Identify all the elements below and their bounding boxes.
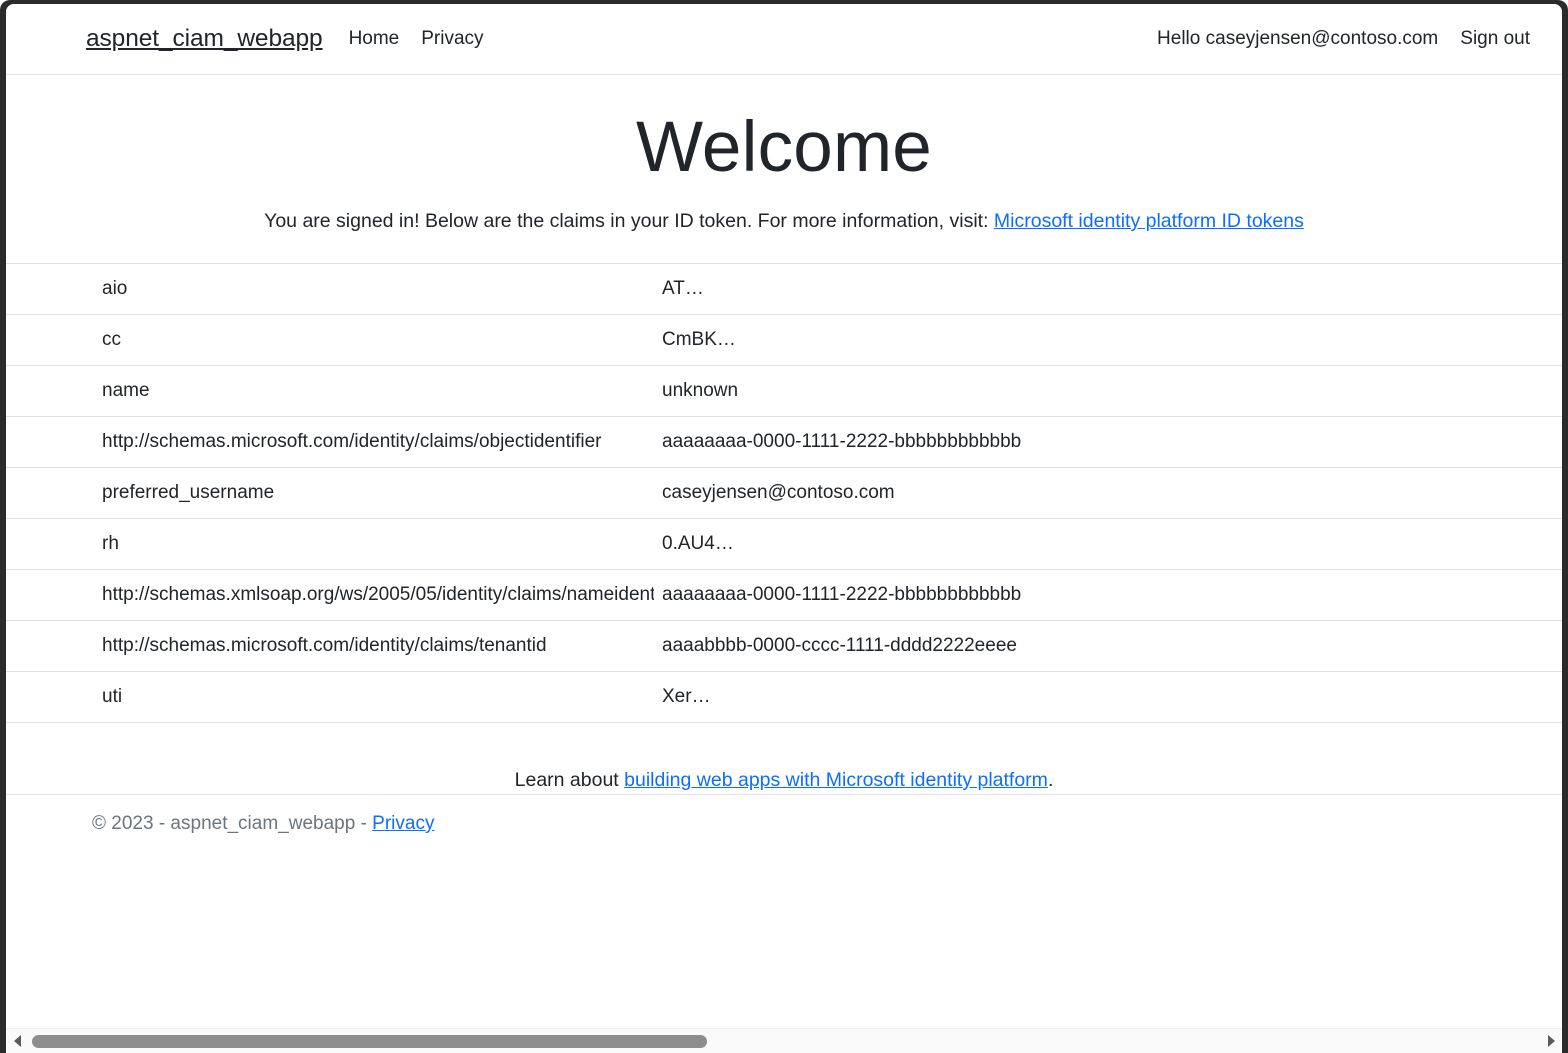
table-row: http://schemas.microsoft.com/identity/cl…: [6, 417, 1562, 468]
claim-type-cell: aio: [6, 264, 654, 315]
horizontal-scrollbar[interactable]: [6, 1028, 1562, 1053]
table-row: name unknown: [6, 366, 1562, 417]
learn-about-text: Learn about: [515, 769, 625, 791]
learn-about-paragraph: Learn about building web apps with Micro…: [6, 723, 1562, 792]
claim-type-cell: uti: [6, 672, 654, 723]
claim-value-cell: aaaabbbb-0000-cccc-1111-dddd2222eeee: [654, 621, 1444, 672]
claims-table: aio AT cc CmBK name unknow: [6, 263, 1562, 723]
claim-value-cell: caseyjensen@contoso.com: [654, 468, 1444, 519]
footer-privacy-link[interactable]: Privacy: [372, 813, 434, 834]
scroll-left-arrow-icon[interactable]: [6, 1029, 28, 1053]
table-row: uti Xer: [6, 672, 1562, 723]
claim-extra-cell: [1444, 315, 1562, 366]
nav-link-privacy[interactable]: Privacy: [421, 28, 483, 50]
learn-about-period: .: [1048, 769, 1053, 791]
claim-type-cell: cc: [6, 315, 654, 366]
claim-type-cell: name: [6, 366, 654, 417]
claim-extra-cell: [1444, 672, 1562, 723]
scroll-right-arrow-icon[interactable]: [1540, 1029, 1562, 1053]
content-scroll-area: Welcome You are signed in! Below are the…: [6, 75, 1562, 792]
claim-value-cell: CmBK: [654, 315, 1444, 366]
claim-value-cell: AT: [654, 264, 1444, 315]
table-row: rh 0.AU4: [6, 519, 1562, 570]
claim-extra-cell: [1444, 621, 1562, 672]
nav-user-greeting[interactable]: Hello caseyjensen@contoso.com: [1157, 28, 1438, 50]
claim-value-cell: unknown: [654, 366, 1444, 417]
claim-extra-cell: [1444, 264, 1562, 315]
id-tokens-link[interactable]: Microsoft identity platform ID tokens: [994, 210, 1304, 232]
claim-value-cell: Xer: [654, 672, 1444, 723]
claim-type-cell: preferred_username: [6, 468, 654, 519]
scrollbar-track[interactable]: [28, 1029, 1540, 1053]
table-row: cc CmBK: [6, 315, 1562, 366]
build-web-apps-link[interactable]: building web apps with Microsoft identit…: [624, 769, 1048, 791]
claim-type-cell: http://schemas.microsoft.com/identity/cl…: [6, 621, 654, 672]
claim-extra-cell: [1444, 468, 1562, 519]
table-row: http://schemas.microsoft.com/identity/cl…: [6, 621, 1562, 672]
lead-paragraph: You are signed in! Below are the claims …: [6, 187, 1562, 233]
claim-extra-cell: [1444, 417, 1562, 468]
sign-out-button[interactable]: Sign out: [1460, 28, 1530, 50]
claim-extra-cell: [1444, 366, 1562, 417]
nav-link-home[interactable]: Home: [349, 28, 400, 50]
claim-value-cell: aaaaaaaa-0000-1111-2222-bbbbbbbbbbbb: [654, 417, 1444, 468]
footer-text: © 2023 - aspnet_ciam_webapp - Privacy: [92, 813, 1562, 835]
table-row: aio AT: [6, 264, 1562, 315]
claim-type-cell: http://schemas.microsoft.com/identity/cl…: [6, 417, 654, 468]
browser-viewport: aspnet_ciam_webapp Home Privacy Hello ca…: [6, 4, 1562, 1033]
navbar-links: Home Privacy: [349, 28, 484, 50]
page-body: Welcome You are signed in! Below are the…: [6, 75, 1562, 1002]
table-row: preferred_username caseyjensen@contoso.c…: [6, 468, 1562, 519]
browser-window-frame: aspnet_ciam_webapp Home Privacy Hello ca…: [0, 0, 1568, 1053]
claim-value-cell: aaaaaaaa-0000-1111-2222-bbbbbbbbbbbb: [654, 570, 1444, 621]
navbar-brand[interactable]: aspnet_ciam_webapp: [86, 25, 323, 53]
claim-type-cell: rh: [6, 519, 654, 570]
claims-table-body: aio AT cc CmBK name unknow: [6, 264, 1562, 723]
claim-extra-cell: [1444, 570, 1562, 621]
scrollbar-thumb[interactable]: [32, 1035, 707, 1048]
navbar-user-section: Hello caseyjensen@contoso.com Sign out: [1157, 28, 1530, 50]
page-footer: © 2023 - aspnet_ciam_webapp - Privacy: [6, 794, 1562, 835]
lead-text: You are signed in! Below are the claims …: [264, 210, 994, 232]
claim-value-cell: 0.AU4: [654, 519, 1444, 570]
claim-extra-cell: [1444, 519, 1562, 570]
table-row: http://schemas.xmlsoap.org/ws/2005/05/id…: [6, 570, 1562, 621]
page-title: Welcome: [6, 75, 1562, 187]
top-navbar: aspnet_ciam_webapp Home Privacy Hello ca…: [6, 4, 1562, 75]
claim-type-cell: http://schemas.xmlsoap.org/ws/2005/05/id…: [6, 570, 654, 621]
main-content: Welcome You are signed in! Below are the…: [6, 75, 1562, 792]
footer-copyright: © 2023 - aspnet_ciam_webapp -: [92, 813, 372, 834]
